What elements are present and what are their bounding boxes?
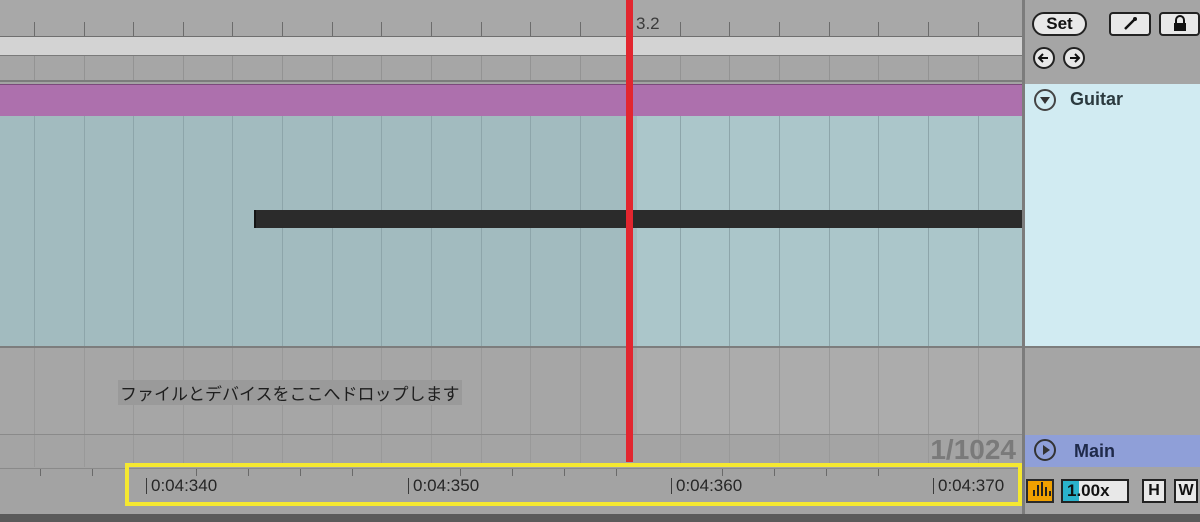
ruler-tick: [381, 22, 382, 36]
ruler-tick: [332, 22, 333, 36]
midi-note[interactable]: [254, 210, 1022, 228]
ruler-tick: [481, 22, 482, 36]
set-button[interactable]: Set: [1032, 12, 1087, 36]
pencil-line-icon: [1124, 17, 1137, 30]
guitar-track-header[interactable]: [1025, 84, 1200, 348]
time-label: 0:04:340: [146, 477, 217, 494]
bottom-border: [0, 514, 1200, 522]
ruler-tick: [282, 22, 283, 36]
ruler-tick: [779, 22, 780, 36]
follow-waveform-button[interactable]: [1026, 479, 1054, 503]
forward-button[interactable]: [1063, 47, 1085, 69]
back-button[interactable]: [1033, 47, 1055, 69]
ruler-tick: [133, 22, 134, 36]
beat-ruler[interactable]: [0, 0, 1022, 37]
ruler-position-label: 3.2: [636, 14, 660, 33]
track-name-guitar[interactable]: Guitar: [1070, 89, 1123, 110]
lock-icon: [1173, 15, 1186, 31]
arrow-right-icon: [1070, 53, 1081, 63]
guitar-clip-header[interactable]: [0, 84, 1022, 117]
ruler-tick: [928, 22, 929, 36]
draw-mode-button[interactable]: [1109, 12, 1151, 36]
time-label: 0:04:360: [671, 477, 742, 494]
time-label: 0:04:350: [408, 477, 479, 494]
waveform-icon: [1033, 490, 1035, 496]
ruler-tick: [232, 22, 233, 36]
main-track-lane[interactable]: [0, 435, 1022, 467]
ruler-tick: [34, 22, 35, 36]
speed-value: 1.00x: [1067, 481, 1110, 500]
grid-quantization-label: 1/1024: [930, 434, 1016, 465]
ruler-tick: [978, 22, 979, 36]
w-button[interactable]: W: [1174, 479, 1198, 503]
ruler-tick: [680, 22, 681, 36]
track-name-main[interactable]: Main: [1074, 441, 1115, 462]
lock-button[interactable]: [1159, 12, 1200, 36]
fold-toggle-icon[interactable]: [1034, 89, 1056, 111]
ruler-tick: [580, 22, 581, 36]
unfold-toggle-icon[interactable]: [1034, 439, 1056, 461]
ruler-tick: [431, 22, 432, 36]
ruler-tick: [84, 22, 85, 36]
playback-speed-field[interactable]: 1.00x: [1061, 479, 1129, 503]
arrangement-view[interactable]: 3.2 ファイルとデバイスをここへドロップします 1/1024 0:04:340…: [0, 0, 1022, 522]
time-label: 0:04:370: [933, 477, 1004, 494]
ruler-tick: [729, 22, 730, 36]
drop-zone-hint: ファイルとデバイスをここへドロップします: [118, 380, 462, 405]
ruler-tick: [530, 22, 531, 36]
h-button[interactable]: H: [1142, 479, 1166, 503]
scrub-area[interactable]: [0, 56, 1022, 82]
guitar-clip-content[interactable]: [0, 116, 1022, 348]
arrow-left-icon: [1037, 53, 1048, 63]
ruler-tick: [183, 22, 184, 36]
ruler-tick: [878, 22, 879, 36]
ruler-tick: [829, 22, 830, 36]
loop-bar[interactable]: [0, 37, 1022, 56]
playhead[interactable]: [626, 0, 633, 462]
